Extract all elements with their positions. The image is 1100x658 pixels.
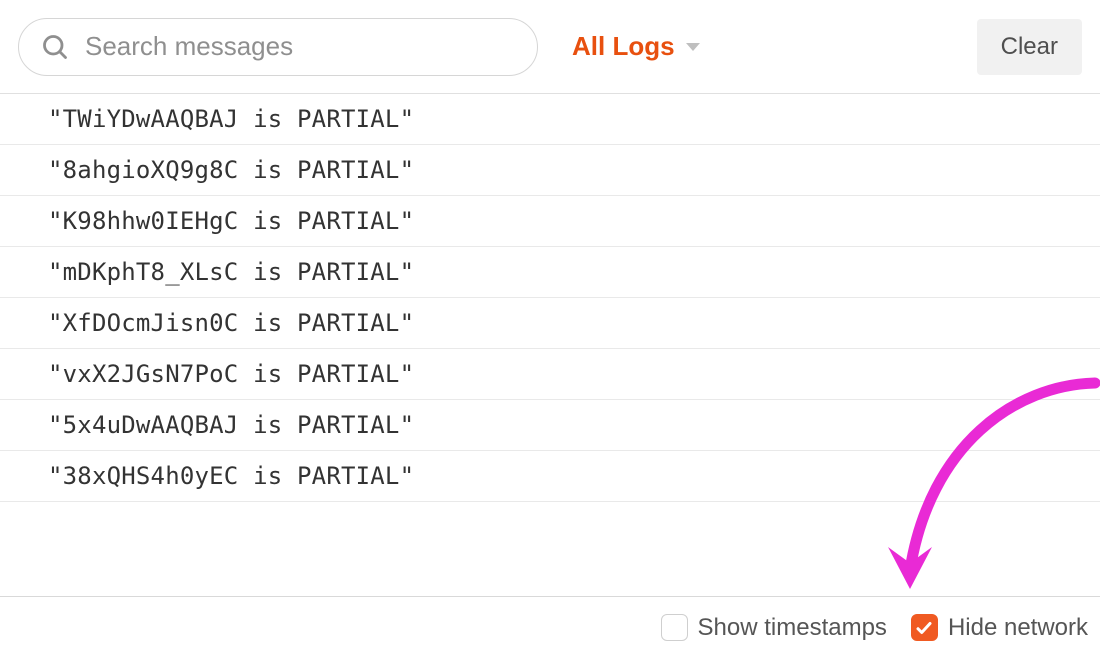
checkbox-checked-icon bbox=[911, 614, 938, 641]
search-icon bbox=[41, 33, 69, 61]
show-timestamps-toggle[interactable]: Show timestamps bbox=[661, 614, 887, 642]
log-row[interactable]: "mDKphT8_XLsC is PARTIAL" bbox=[0, 247, 1100, 298]
search-input[interactable] bbox=[85, 31, 515, 62]
log-row[interactable]: "5x4uDwAAQBAJ is PARTIAL" bbox=[0, 400, 1100, 451]
clear-button[interactable]: Clear bbox=[977, 19, 1082, 75]
log-list: "TWiYDwAAQBAJ is PARTIAL" "8ahgioXQ9g8C … bbox=[0, 94, 1100, 502]
hide-network-label: Hide network bbox=[948, 614, 1088, 642]
hide-network-toggle[interactable]: Hide network bbox=[911, 614, 1088, 642]
show-timestamps-label: Show timestamps bbox=[698, 614, 887, 642]
checkbox-unchecked-icon bbox=[661, 614, 688, 641]
log-row[interactable]: "vxX2JGsN7PoC is PARTIAL" bbox=[0, 349, 1100, 400]
log-filter-label: All Logs bbox=[572, 31, 675, 62]
log-row[interactable]: "8ahgioXQ9g8C is PARTIAL" bbox=[0, 145, 1100, 196]
chevron-down-icon bbox=[685, 41, 701, 53]
log-row[interactable]: "38xQHS4h0yEC is PARTIAL" bbox=[0, 451, 1100, 502]
checkmark-icon bbox=[915, 619, 933, 637]
bottom-bar: Show timestamps Hide network bbox=[0, 596, 1100, 658]
log-filter-dropdown[interactable]: All Logs bbox=[572, 31, 701, 62]
search-field[interactable] bbox=[18, 18, 538, 76]
log-row[interactable]: "TWiYDwAAQBAJ is PARTIAL" bbox=[0, 94, 1100, 145]
log-row[interactable]: "K98hhw0IEHgC is PARTIAL" bbox=[0, 196, 1100, 247]
log-row[interactable]: "XfDOcmJisn0C is PARTIAL" bbox=[0, 298, 1100, 349]
toolbar: All Logs Clear bbox=[0, 0, 1100, 94]
